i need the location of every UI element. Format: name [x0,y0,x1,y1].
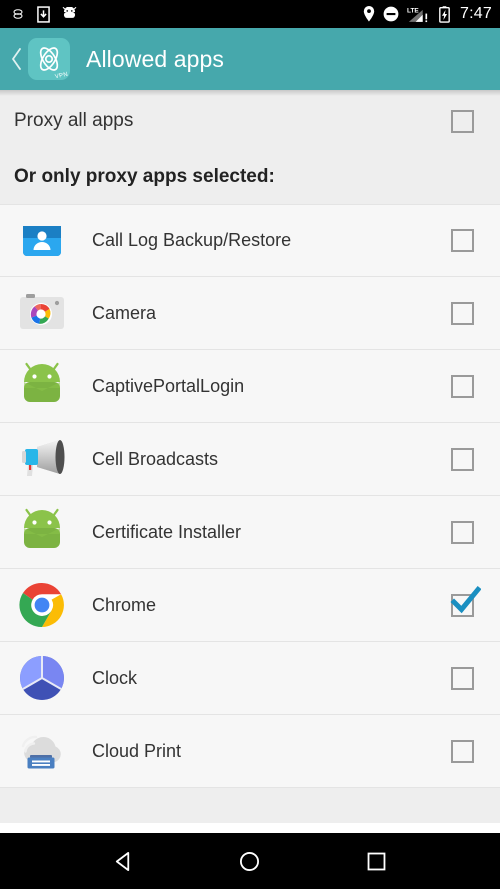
app-row-checkbox[interactable] [451,520,474,544]
app-row[interactable]: Certificate Installer [0,496,500,569]
app-row-label: Chrome [92,594,157,615]
back-chevron-icon[interactable] [6,28,26,90]
app-row-checkbox[interactable] [451,447,474,471]
content-scroll-area[interactable]: Proxy all apps Or only proxy apps select… [0,90,500,823]
status-bar-right-icons: LTE 7:47 [363,6,492,23]
battery-charging-icon [439,5,450,23]
app-row-checkbox[interactable] [451,229,474,252]
network-activity-icon [10,6,26,22]
app-row-label: CaptivePortalLogin [92,375,245,396]
app-row[interactable]: Call Log Backup/Restore [0,204,500,277]
app-list: Call Log Backup/Restore Camera CaptivePort… [0,204,500,788]
camera-icon [14,285,70,341]
android-head-icon [61,6,78,22]
app-row-checkbox[interactable] [451,301,474,325]
home-circle-icon[interactable] [226,833,274,889]
app-row-label: Certificate Installer [92,521,242,542]
clock-pie-icon [14,650,70,706]
app-row[interactable]: Cloud Print [0,715,500,788]
app-row-label: Call Log Backup/Restore [92,230,292,250]
android-robot-icon [14,504,70,560]
page-title: Allowed apps [86,45,225,72]
app-row[interactable]: Cell Broadcasts [0,423,500,496]
app-icon-vpn-tag: VPN [54,71,69,80]
app-row[interactable]: Chrome [0,569,500,642]
proxy-all-apps-checkbox[interactable] [451,109,474,133]
cloud-print-icon [14,723,70,779]
status-bar-clock: 7:47 [460,5,492,22]
app-row-checkbox[interactable] [451,739,474,763]
app-row-checkbox[interactable] [450,585,481,617]
navigation-bar [0,833,500,889]
app-row[interactable]: CaptivePortalLogin [0,350,500,423]
status-bar: LTE 7:47 [0,0,500,28]
app-row[interactable]: Clock [0,642,500,715]
app-bar: VPN Allowed apps [0,28,500,90]
section-header: Or only proxy apps selected: [0,152,500,204]
do-not-disturb-icon [383,6,399,22]
app-row-label: Camera [92,302,157,323]
app-row-checkbox[interactable] [451,666,474,690]
bottom-white-strip [0,823,500,833]
app-row-label: Cloud Print [92,740,182,761]
android-screen: LTE 7:47 VPN Allowed apps Proxy all apps… [0,0,500,889]
lte-label: LTE [407,7,419,14]
download-icon [37,5,50,23]
vpn-atom-icon: VPN [28,38,70,80]
proxy-all-apps-label: Proxy all apps [14,110,134,131]
android-robot-icon [14,358,70,414]
app-row-checkbox[interactable] [451,374,474,398]
megaphone-icon [14,431,70,487]
back-triangle-icon[interactable] [99,833,147,889]
app-row-label: Clock [92,667,138,688]
call-log-backup-icon [14,213,70,269]
location-pin-icon [363,6,375,22]
recents-square-icon[interactable] [353,833,401,889]
status-bar-left-icons [10,5,78,23]
app-row-label: Cell Broadcasts [92,448,219,469]
app-row[interactable]: Camera [0,277,500,350]
lte-signal-warning-icon: LTE [407,6,431,23]
proxy-all-apps-row[interactable]: Proxy all apps [0,90,500,152]
chrome-icon [14,577,70,633]
